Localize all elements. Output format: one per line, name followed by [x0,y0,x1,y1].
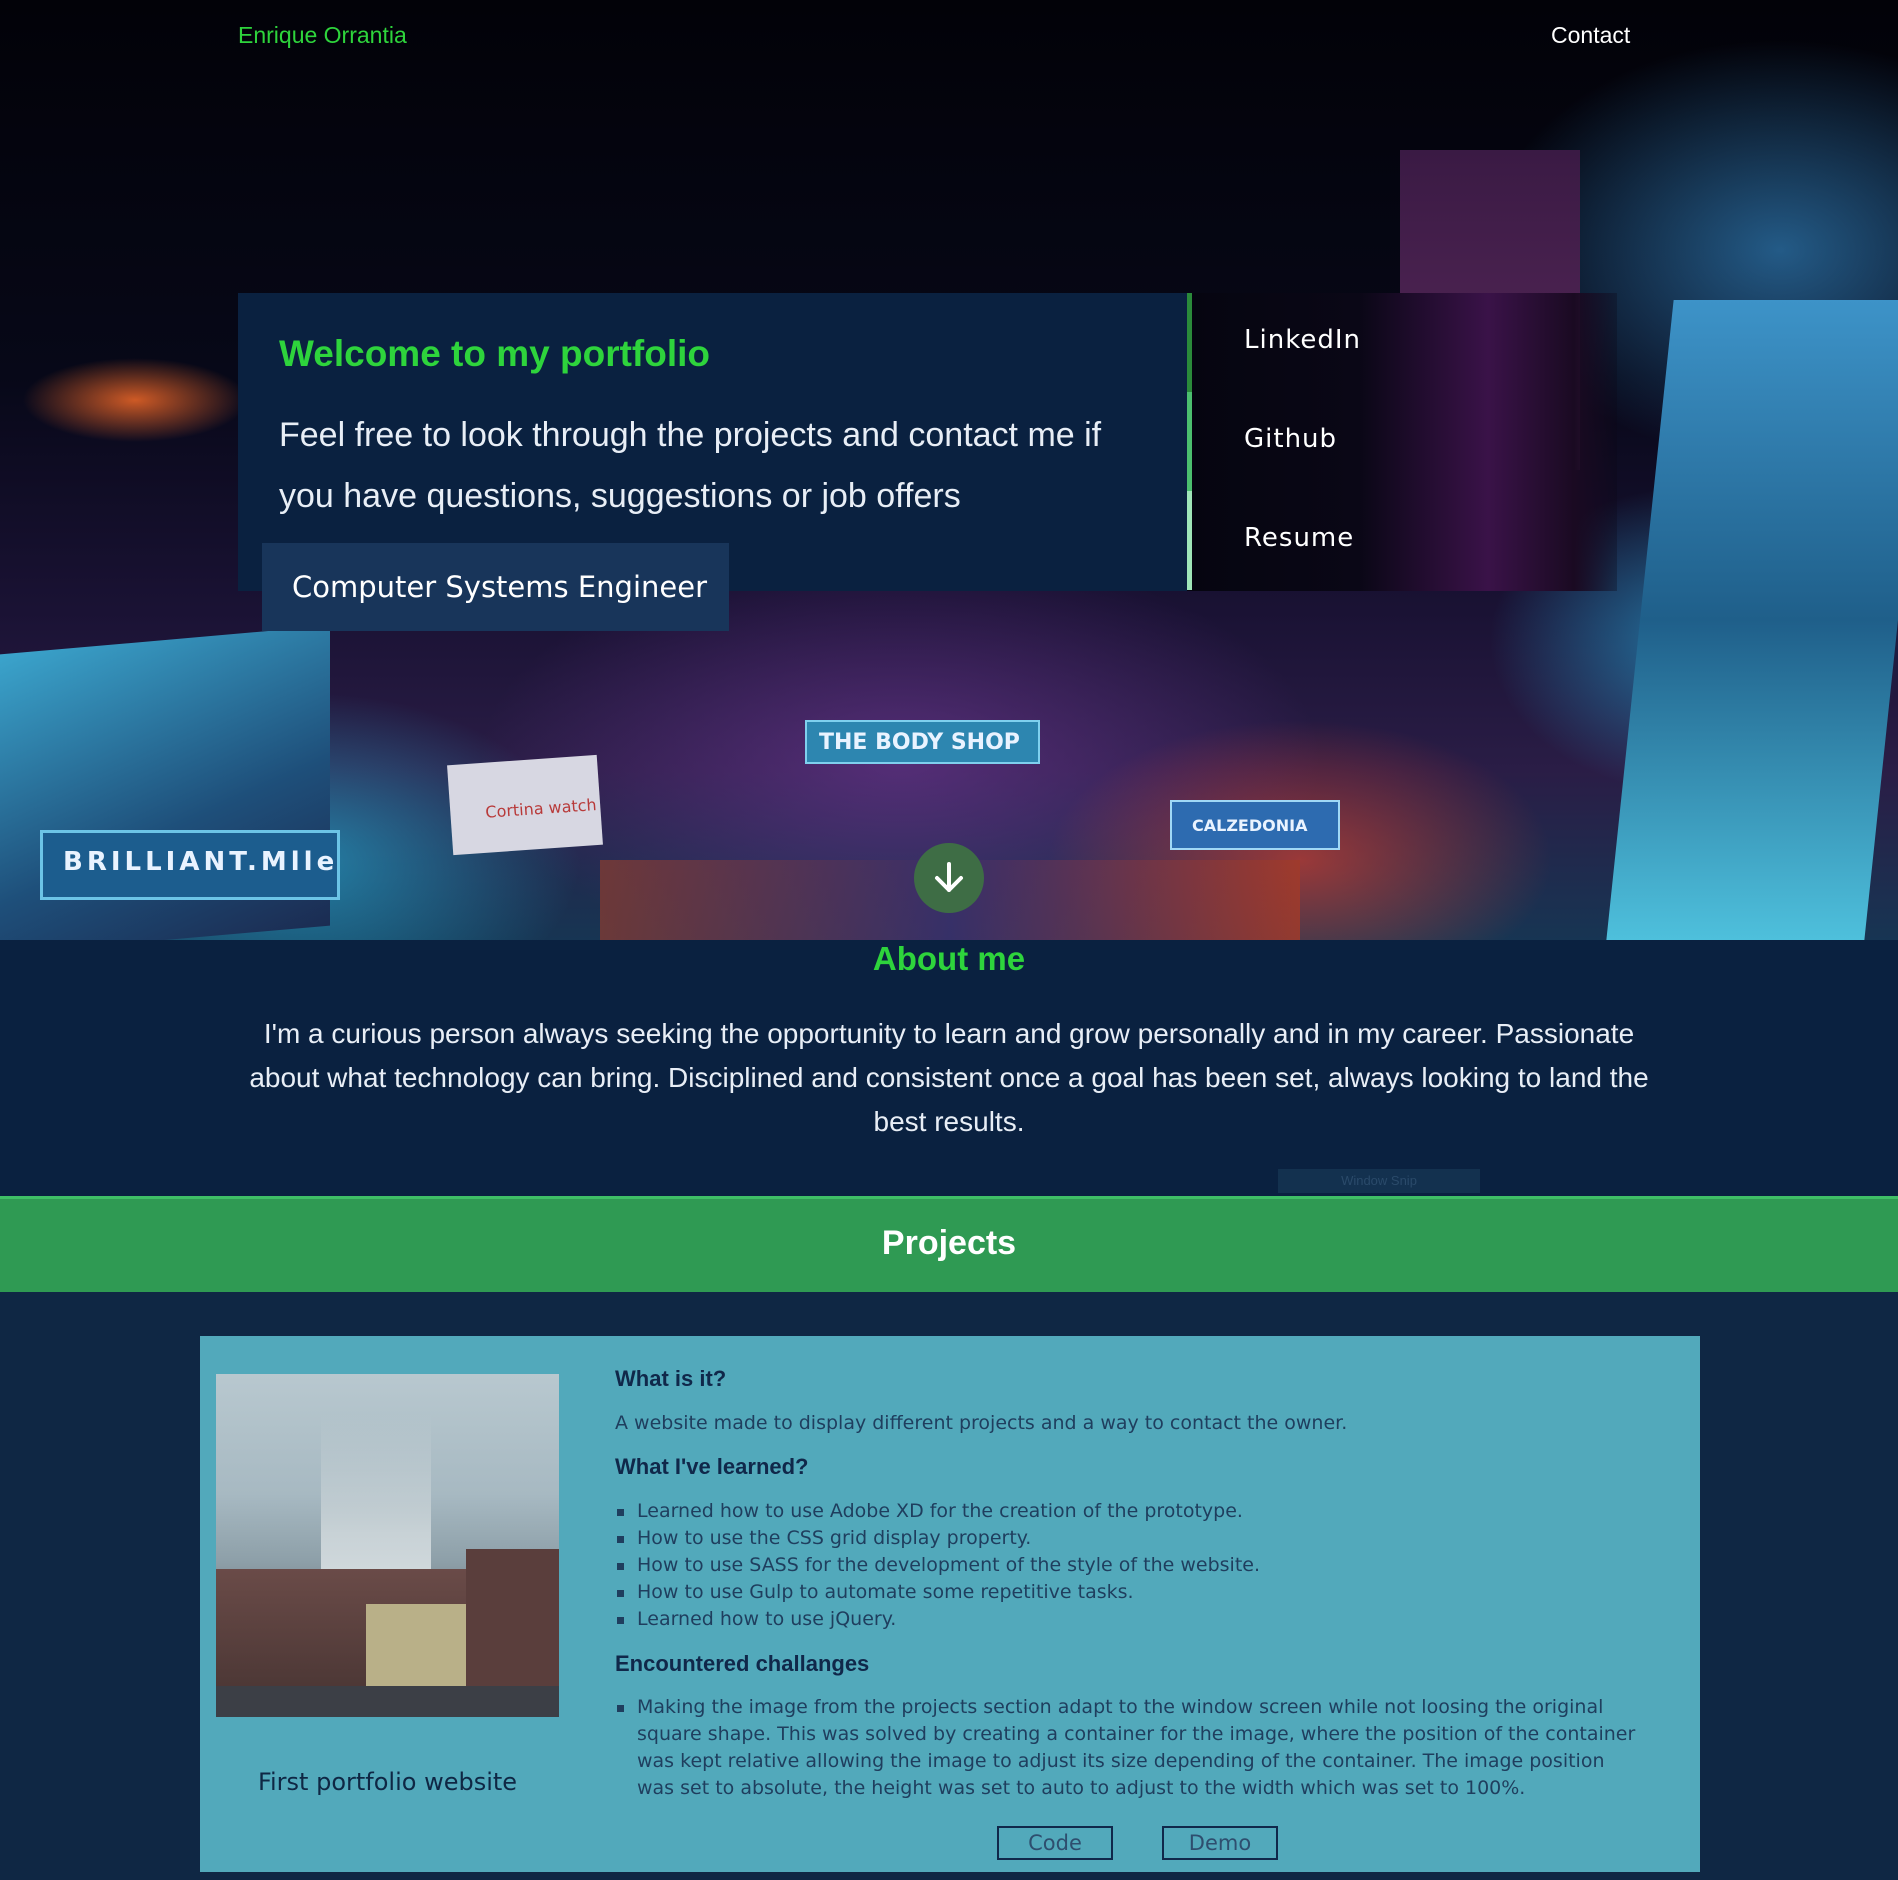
resume-link[interactable]: Resume [1244,523,1354,553]
link-indicator-bar [1187,392,1192,491]
arrow-down-icon [935,862,963,892]
welcome-text: Feel free to look through the projects a… [279,416,1102,515]
about-section: About me I'm a curious person always see… [0,940,1898,1196]
project-name: First portfolio website [257,1768,518,1796]
image-ground [216,1686,559,1717]
welcome-title: Welcome to my portfolio [279,333,711,374]
sign-text: CALZEDONIA [1192,816,1308,835]
window-snip-overlay: Window Snip [1278,1169,1480,1193]
projects-header: Projects [0,1196,1898,1292]
challenges-list: Making the image from the projects secti… [615,1694,1645,1802]
background-sign: BRILLIANT.Mlle [40,830,340,900]
scroll-down-button[interactable] [914,843,984,913]
challenges-heading: Encountered challanges [615,1651,870,1676]
code-button[interactable]: Code [997,1826,1113,1860]
background-building [1606,300,1898,940]
sign-text: BRILLIANT.Mlle [63,847,339,877]
background-sign: CALZEDONIA [1170,800,1340,850]
sign-text: Cortina watch [484,795,598,822]
about-text: I'm a curious person always seeking the … [249,1018,1649,1137]
learned-list: Learned how to use Adobe XD for the crea… [615,1498,1260,1633]
job-title: Computer Systems Engineer [292,570,708,604]
linkedin-link[interactable]: LinkedIn [1244,325,1361,355]
what-heading: What is it? [615,1366,727,1391]
link-indicator-bar [1187,491,1192,590]
list-item: Learned how to use Adobe XD for the crea… [615,1498,1260,1525]
what-text: A website made to display different proj… [615,1412,1348,1434]
list-item: Learned how to use jQuery. [615,1606,1260,1633]
contact-link[interactable]: Contact [1551,22,1630,49]
project-image [216,1374,559,1717]
background-sign: THE BODY SHOP [805,720,1040,764]
list-item: How to use SASS for the development of t… [615,1552,1260,1579]
image-building [466,1549,559,1699]
list-item: How to use the CSS grid display property… [615,1525,1260,1552]
image-house [366,1604,476,1699]
list-item: How to use Gulp to automate some repetit… [615,1579,1260,1606]
list-item: Making the image from the projects secti… [615,1694,1645,1802]
sign-text: THE BODY SHOP [819,730,1020,755]
site-logo[interactable]: Enrique Orrantia [238,22,407,49]
background-sign: Cortina watch [447,754,603,856]
projects-title: Projects [881,1224,1017,1262]
about-title: About me [872,940,1026,977]
job-title-badge: Computer Systems Engineer [262,543,729,631]
github-link[interactable]: Github [1244,424,1337,454]
demo-button[interactable]: Demo [1162,1826,1278,1860]
project-card: First portfolio website What is it? A we… [200,1336,1700,1872]
hero-section: BRILLIANT.Mlle Cortina watch THE BODY SH… [0,0,1898,940]
social-links-panel: LinkedIn Github Resume [1187,293,1617,591]
link-indicator-bar [1187,293,1192,392]
learned-heading: What I've learned? [615,1454,809,1479]
